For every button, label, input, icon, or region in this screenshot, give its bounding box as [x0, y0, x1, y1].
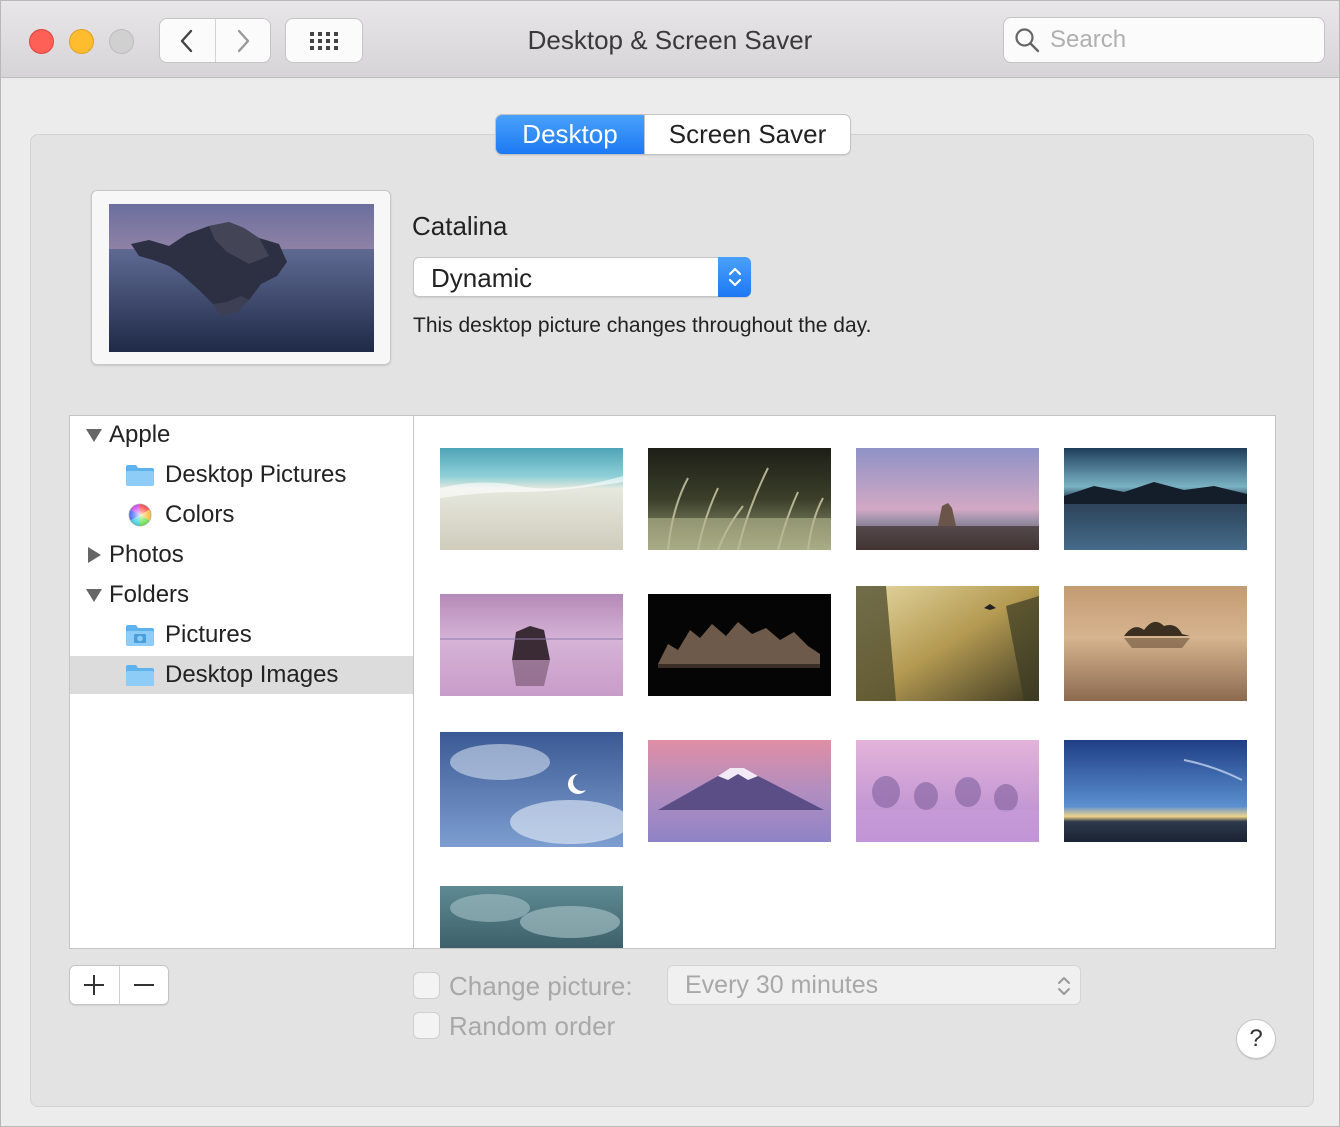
disclosure-right-icon[interactable] [85, 546, 103, 564]
popup-arrows [718, 257, 751, 297]
random-order-checkbox[interactable] [413, 1012, 440, 1039]
appearance-popup[interactable]: Dynamic [413, 257, 751, 297]
sidebar-group-label: Apple [109, 421, 171, 448]
remove-folder-button[interactable] [118, 966, 169, 1004]
wallpaper-thumbnail[interactable] [440, 886, 623, 949]
wallpaper-thumbnail[interactable] [440, 594, 623, 696]
up-down-chevron-icon [728, 267, 741, 287]
wallpaper-thumbnail[interactable] [648, 740, 831, 842]
add-folder-button[interactable] [70, 966, 119, 1004]
search-icon [1015, 28, 1040, 53]
tab-bar: Desktop Screen Saver [495, 114, 851, 155]
folder-icon [126, 465, 154, 486]
title-bar: Desktop & Screen Saver [1, 1, 1339, 78]
wallpaper-thumbnail[interactable] [1064, 448, 1247, 550]
interval-value: Every 30 minutes [685, 971, 879, 999]
sidebar-group-apple[interactable]: Apple [70, 416, 413, 454]
pictures-folder-icon [126, 625, 154, 646]
add-remove-control [69, 965, 169, 1005]
wallpaper-description: This desktop picture changes throughout … [413, 314, 872, 337]
sidebar-group-label: Folders [109, 581, 190, 608]
sidebar-item-desktop-images[interactable]: Desktop Images [70, 656, 413, 694]
plus-icon [84, 975, 105, 995]
wallpaper-thumbnail[interactable] [648, 594, 831, 696]
sidebar-group-photos[interactable]: Photos [70, 536, 413, 574]
source-list: Apple Desktop Pictures Colors Photos Fol… [69, 415, 414, 949]
random-order-label: Random order [449, 1011, 616, 1041]
appearance-value: Dynamic [431, 263, 533, 293]
change-interval-popup[interactable]: Every 30 minutes [667, 965, 1081, 1005]
disclosure-down-icon[interactable] [85, 426, 103, 444]
wallpaper-thumbnail[interactable] [648, 448, 831, 550]
sidebar-item-label: Pictures [165, 621, 252, 648]
help-button[interactable]: ? [1236, 1019, 1276, 1059]
sidebar-item-label: Colors [165, 501, 235, 528]
wallpaper-thumbnail[interactable] [1064, 740, 1247, 842]
folder-icon [126, 665, 154, 686]
tab-desktop[interactable]: Desktop [496, 115, 644, 154]
wallpaper-thumbnail[interactable] [440, 448, 623, 550]
sidebar-item-label: Desktop Images [165, 661, 339, 688]
sidebar-group-label: Photos [109, 541, 184, 568]
wallpaper-thumbnail[interactable] [856, 586, 1039, 701]
sidebar-item-desktop-pictures[interactable]: Desktop Pictures [70, 456, 413, 494]
current-wallpaper-preview [91, 190, 391, 365]
image-grid [413, 415, 1276, 949]
catalina-preview-image [109, 204, 374, 352]
change-picture-label: Change picture: [449, 971, 633, 1001]
tab-screen-saver[interactable]: Screen Saver [644, 115, 850, 154]
minus-icon [133, 984, 154, 986]
sidebar-item-pictures[interactable]: Pictures [70, 616, 413, 654]
color-wheel-icon [128, 503, 152, 527]
search-field[interactable] [1003, 17, 1325, 63]
wallpaper-thumbnail[interactable] [440, 732, 623, 847]
wallpaper-thumbnail[interactable] [856, 448, 1039, 550]
sidebar-item-label: Desktop Pictures [165, 461, 347, 488]
system-preferences-window: Desktop & Screen Saver Desktop Screen Sa… [0, 0, 1340, 1127]
wallpaper-name: Catalina [412, 211, 508, 241]
wallpaper-thumbnail[interactable] [1064, 586, 1247, 701]
change-picture-checkbox[interactable] [413, 972, 440, 999]
sidebar-item-colors[interactable]: Colors [70, 496, 413, 534]
search-input[interactable] [1048, 25, 1318, 55]
up-down-chevron-icon [1058, 977, 1070, 995]
wallpaper-thumbnail[interactable] [856, 740, 1039, 842]
disclosure-down-icon[interactable] [85, 586, 103, 604]
sidebar-group-folders[interactable]: Folders [70, 576, 413, 614]
